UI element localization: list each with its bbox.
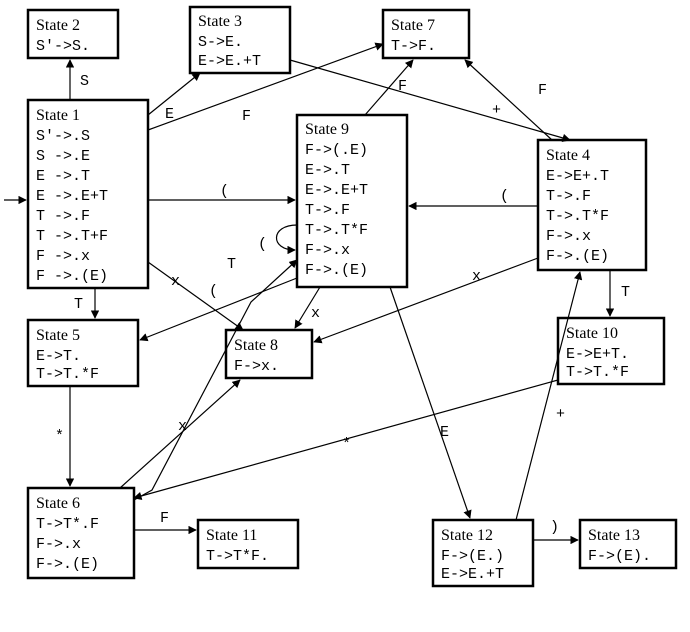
state-10: State 10 E->E+T. T->T.*F bbox=[558, 318, 664, 384]
state-12: State 12 F->(E.) E->E.+T bbox=[433, 520, 533, 586]
state-1-item: F ->.x bbox=[36, 248, 90, 265]
edge-label-6-11: F bbox=[160, 510, 169, 527]
state-7-title: State 7 bbox=[391, 17, 435, 34]
state-7-item: T->F. bbox=[391, 38, 436, 55]
edge-label-3-4: + bbox=[492, 102, 501, 119]
edge-label-1-8: x bbox=[171, 273, 180, 290]
state-9-item: F->(.E) bbox=[305, 142, 368, 159]
edge-9-12 bbox=[390, 287, 470, 518]
state-5-item: T->T.*F bbox=[36, 366, 99, 383]
state-4-item: T->.F bbox=[546, 188, 591, 205]
state-5-title: State 5 bbox=[36, 327, 80, 344]
state-1-item: S ->.E bbox=[36, 148, 90, 165]
state-1-item: T ->.F bbox=[36, 208, 90, 225]
state-11-item: T->T*F. bbox=[206, 548, 269, 565]
edge-label-4-8: x bbox=[472, 268, 481, 285]
edge-label-4-9: ( bbox=[500, 188, 509, 205]
edge-label-9-9: ( bbox=[258, 236, 267, 253]
state-3: State 3 S->E. E->E.+T bbox=[190, 7, 290, 73]
state-1-item: F ->.(E) bbox=[36, 268, 108, 285]
edge-9-9 bbox=[276, 225, 297, 250]
state-1-item: T ->.T+F bbox=[36, 228, 108, 245]
state-6-item: F->.x bbox=[36, 536, 81, 553]
edge-label-6-9: ( bbox=[209, 283, 218, 300]
state-2-item: S'->S. bbox=[36, 38, 90, 55]
state-1-title: State 1 bbox=[36, 107, 80, 124]
state-6-item: F->.(E) bbox=[36, 556, 99, 573]
state-12-item: E->E.+T bbox=[441, 566, 504, 583]
edge-label-12-13: ) bbox=[550, 519, 559, 536]
edge-label-1-7: F bbox=[242, 108, 251, 125]
state-1: State 1 S'->.S S ->.E E ->.T E ->.E+T T … bbox=[28, 100, 148, 288]
edge-label-9-5: T bbox=[227, 256, 236, 273]
state-3-item: E->E.+T bbox=[198, 53, 261, 70]
edge-label-5-6: * bbox=[55, 428, 64, 445]
edge-label-12-4: + bbox=[556, 406, 565, 423]
state-1-item: E ->.E+T bbox=[36, 188, 108, 205]
edge-label-10-6: * bbox=[342, 436, 351, 453]
edge-label-9-12: E bbox=[440, 424, 449, 441]
state-10-item: T->T.*F bbox=[566, 364, 629, 381]
edge-label-9-7: F bbox=[398, 78, 407, 95]
state-13-title: State 13 bbox=[588, 527, 640, 544]
state-8-item: F->x. bbox=[234, 358, 279, 375]
state-7: State 7 T->F. bbox=[383, 10, 469, 58]
state-4-item: F->.(E) bbox=[546, 248, 609, 265]
state-12-title: State 12 bbox=[441, 527, 493, 544]
state-9: State 9 F->(.E) E->.T E->.E+T T->.F T->.… bbox=[297, 115, 407, 287]
state-9-item: E->.T bbox=[305, 162, 350, 179]
edge-12-4 bbox=[516, 272, 580, 520]
state-6: State 6 T->T*.F F->.x F->.(E) bbox=[28, 488, 134, 578]
state-8: State 8 F->x. bbox=[226, 330, 312, 378]
edge-label-1-5: T bbox=[74, 296, 83, 313]
state-4-item: E->E+.T bbox=[546, 168, 609, 185]
state-9-item: E->.E+T bbox=[305, 182, 368, 199]
state-4-item: T->.T*F bbox=[546, 208, 609, 225]
edge-label-9-8: x bbox=[311, 305, 320, 322]
state-5: State 5 E->T. T->T.*F bbox=[28, 320, 138, 386]
state-10-title: State 10 bbox=[566, 325, 618, 342]
state-3-title: State 3 bbox=[198, 13, 242, 30]
state-9-title: State 9 bbox=[305, 121, 349, 138]
state-1-item: S'->.S bbox=[36, 128, 90, 145]
state-4: State 4 E->E+.T T->.F T->.T*F F->.x F->.… bbox=[538, 140, 646, 270]
state-13: State 13 F->(E). bbox=[580, 520, 676, 568]
state-9-item: T->.F bbox=[305, 202, 350, 219]
state-4-item: F->.x bbox=[546, 228, 591, 245]
state-1-item: E ->.T bbox=[36, 168, 90, 185]
state-9-item: F->.x bbox=[305, 242, 350, 259]
state-4-title: State 4 bbox=[546, 147, 590, 164]
edge-label-4-7: F bbox=[538, 82, 547, 99]
edge-label-1-2: S bbox=[80, 73, 89, 90]
state-11: State 11 T->T*F. bbox=[198, 520, 298, 568]
state-10-item: E->E+T. bbox=[566, 346, 629, 363]
edge-label-4-10: T bbox=[621, 284, 630, 301]
state-9-item: T->.T*F bbox=[305, 222, 368, 239]
state-2-title: State 2 bbox=[36, 17, 80, 34]
state-12-item: F->(E.) bbox=[441, 548, 504, 565]
state-11-title: State 11 bbox=[206, 527, 257, 544]
state-6-title: State 6 bbox=[36, 495, 80, 512]
state-9-item: F->.(E) bbox=[305, 262, 368, 279]
edge-label-1-9: ( bbox=[220, 183, 229, 200]
state-5-item: E->T. bbox=[36, 348, 81, 365]
state-13-item: F->(E). bbox=[588, 548, 651, 565]
state-8-title: State 8 bbox=[234, 337, 278, 354]
state-2: State 2 S'->S. bbox=[28, 10, 118, 58]
edge-4-7 bbox=[465, 60, 552, 140]
state-3-item: S->E. bbox=[198, 34, 243, 51]
state-6-item: T->T*.F bbox=[36, 516, 99, 533]
